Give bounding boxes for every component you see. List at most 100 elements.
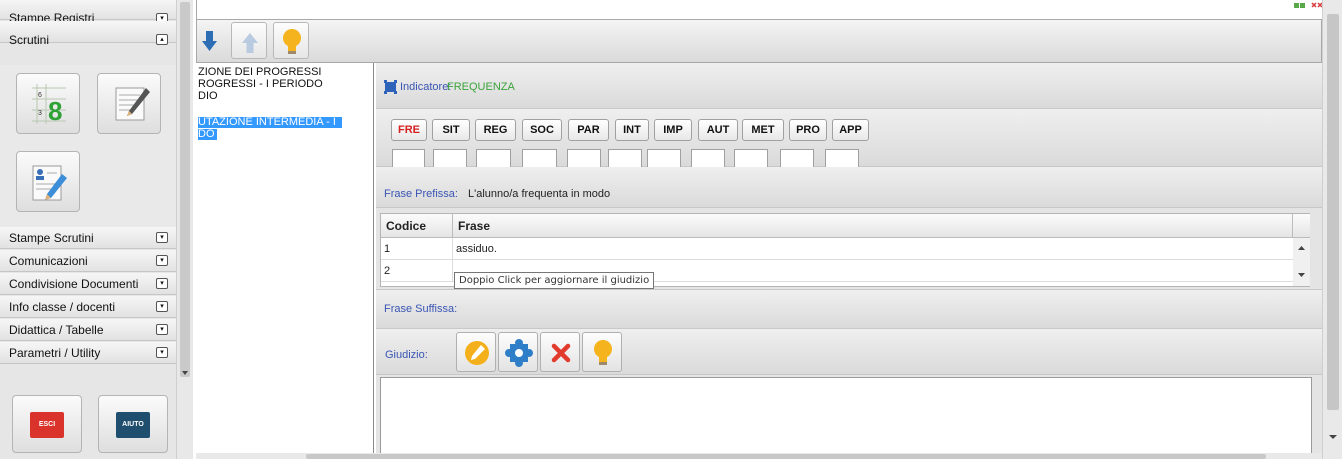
code-button-reg[interactable]: REG [475, 119, 516, 141]
tree-item-selected[interactable]: DO [198, 129, 217, 140]
indicator-icon [384, 80, 397, 94]
sidebar-section-label: Condivisione Documenti [9, 277, 139, 291]
lightbulb-icon [283, 29, 301, 54]
sidebar-section-stampe-scrutini[interactable]: Stampe Scrutini ▾ [0, 227, 176, 249]
hint-button[interactable] [273, 22, 309, 59]
edit-button[interactable] [456, 332, 496, 372]
tree-item[interactable]: DIO [198, 91, 218, 102]
esci-button[interactable]: ESCI [12, 395, 82, 453]
code-button-aut[interactable]: AUT [698, 119, 738, 141]
sidebar-section-label: Comunicazioni [9, 254, 88, 268]
sidebar-section-comunicazioni[interactable]: Comunicazioni ▾ [0, 250, 176, 272]
code-buttons-row: FRE SIT REG SOC PAR INT IMP AUT MET PRO … [391, 119, 891, 171]
delete-button[interactable] [540, 332, 580, 372]
sidebar-section-stampe-registri[interactable]: Stampe Registri ▾ [0, 0, 176, 25]
indicator-label: Indicatore: [400, 81, 452, 93]
horizontal-scrollbar-thumb[interactable] [306, 454, 1266, 459]
scroll-down-arrow-icon[interactable] [177, 368, 194, 378]
tree-item[interactable]: ZIONE DEI PROGRESSI [198, 67, 321, 78]
code-value-box[interactable] [567, 149, 601, 169]
code-button-fre[interactable]: FRE [391, 119, 427, 141]
sidebar-section-label: Info classe / docenti [9, 300, 116, 314]
code-button-imp[interactable]: IMP [654, 119, 692, 141]
collapse-toggle-icon[interactable]: ▴ [156, 34, 168, 45]
code-button-soc[interactable]: SOC [522, 119, 562, 141]
indicator-detail-panel: Indicatore: FREQUENZA FRE SIT REG SOC PA… [376, 63, 1322, 459]
sidebar-section-didattica-tabelle[interactable]: Didattica / Tabelle ▾ [0, 319, 176, 341]
mini-grade-6: 6 [38, 92, 42, 99]
table-scrollbar[interactable] [1293, 238, 1310, 286]
tooltip: Doppio Click per aggiornare il giudizio [454, 272, 655, 289]
aiuto-button[interactable]: AIUTO [98, 395, 168, 453]
expand-toggle-icon[interactable]: ▾ [156, 324, 168, 335]
configure-button[interactable] [498, 332, 538, 372]
indicator-value: FREQUENZA [447, 81, 515, 93]
expand-toggle-icon[interactable]: ▾ [156, 255, 168, 266]
code-button-pro[interactable]: PRO [789, 119, 827, 141]
scrutini-notes-tile[interactable] [97, 73, 161, 134]
code-button-int[interactable]: INT [615, 119, 649, 141]
sidebar-section-condivisione-documenti[interactable]: Condivisione Documenti ▾ [0, 273, 176, 295]
lightbulb-icon [594, 340, 612, 365]
expand-toggle-icon[interactable]: ▾ [156, 278, 168, 289]
table-cell-code: 2 [381, 260, 453, 282]
sidebar-section-parametri-utility[interactable]: Parametri / Utility ▾ [0, 342, 176, 364]
code-value-box[interactable] [734, 149, 768, 169]
prefix-value: L'alunno/a frequenta in modo [468, 188, 611, 200]
scrutini-grades-tile[interactable]: 6 3 8 [16, 73, 80, 134]
code-button-par[interactable]: PAR [568, 119, 609, 141]
window-controls-icon[interactable] [1294, 0, 1324, 10]
table-cell-code: 1 [381, 238, 453, 260]
sidebar-section-info-classe[interactable]: Info classe / docenti ▾ [0, 296, 176, 318]
sidebar-section-label: Didattica / Tabelle [9, 323, 104, 337]
main-scrollbar-thumb[interactable] [1327, 14, 1339, 410]
arrow-down-icon [202, 31, 217, 51]
giudizio-band: Giudizio: [376, 329, 1322, 375]
hint-button[interactable] [582, 332, 622, 372]
table-row[interactable]: 1 assiduo. [381, 238, 1293, 260]
sidebar-scrollbar[interactable] [176, 0, 193, 459]
suffix-label: Frase Suffissa: [384, 303, 458, 315]
puzzle-icon [505, 339, 533, 367]
giudizio-textarea[interactable] [380, 377, 1312, 455]
scroll-down-arrow-icon[interactable] [1323, 432, 1342, 442]
main-toolbar [196, 19, 1322, 63]
column-header-frase[interactable]: Frase [453, 214, 1293, 238]
column-header-codice[interactable]: Codice [381, 214, 453, 238]
move-up-button[interactable] [231, 22, 267, 59]
code-value-box[interactable] [476, 149, 511, 169]
prefix-label: Frase Prefissa: [384, 188, 458, 200]
move-down-button[interactable] [197, 22, 233, 59]
expand-toggle-icon[interactable]: ▾ [156, 232, 168, 243]
code-value-box[interactable] [780, 149, 814, 169]
scrutini-panel: 6 3 8 [0, 65, 176, 227]
code-value-box[interactable] [691, 149, 725, 169]
tree-item[interactable]: ROGRESSI - I PERIODO [198, 79, 323, 90]
code-value-box[interactable] [433, 149, 467, 169]
main-scrollbar[interactable] [1322, 0, 1342, 459]
giudizio-label: Giudizio: [385, 349, 428, 361]
sidebar: Stampe Registri ▾ Scrutini ▴ 6 3 8 Stamp… [0, 0, 176, 459]
sidebar-section-label: Stampe Scrutini [9, 231, 94, 245]
code-value-box[interactable] [522, 149, 557, 169]
edit-pencil-icon [465, 341, 489, 365]
mini-grade-3: 3 [38, 110, 42, 117]
arrow-up-icon [242, 33, 258, 53]
horizontal-scrollbar[interactable] [196, 453, 1322, 459]
expand-toggle-icon[interactable]: ▾ [156, 301, 168, 312]
code-value-box[interactable] [392, 149, 425, 169]
code-button-app[interactable]: APP [832, 119, 869, 141]
sidebar-scrollbar-thumb[interactable] [180, 2, 190, 377]
table-cell-phrase: assiduo. [453, 238, 1293, 260]
code-value-box[interactable] [825, 149, 859, 169]
code-button-sit[interactable]: SIT [432, 119, 470, 141]
scrutini-student-note-tile[interactable] [16, 151, 80, 212]
sidebar-section-scrutini[interactable]: Scrutini ▴ [0, 21, 176, 47]
tree-item-selected[interactable]: UTAZIONE INTERMEDIA - I [198, 117, 342, 128]
expand-toggle-icon[interactable]: ▾ [156, 347, 168, 358]
giudizio-toolbar [456, 331, 628, 374]
code-value-box[interactable] [608, 149, 642, 169]
code-button-met[interactable]: MET [742, 119, 784, 141]
prefix-band: Frase Prefissa: L'alunno/a frequenta in … [376, 167, 1322, 208]
code-value-box[interactable] [647, 149, 681, 169]
